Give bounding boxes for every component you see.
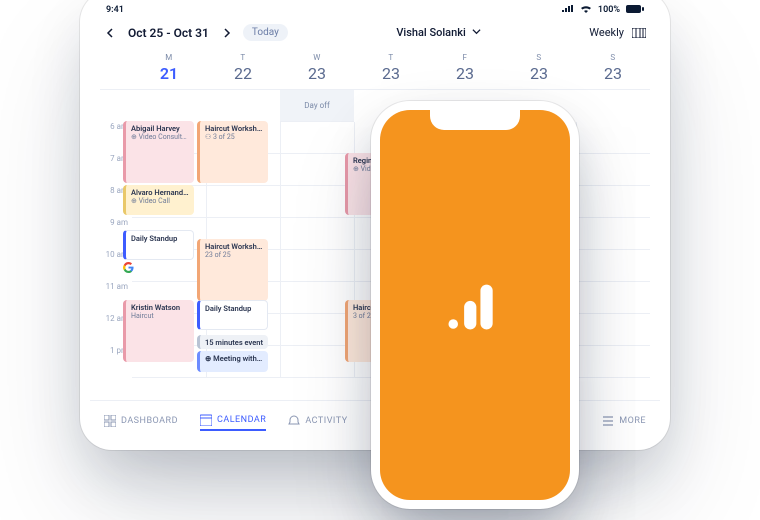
battery-percent: 100% [598, 5, 620, 15]
day-col-mon[interactable]: M21 [132, 49, 206, 89]
tab-more[interactable]: MORE [602, 415, 646, 427]
day-col-fri[interactable]: F23 [428, 49, 502, 89]
day-off-strip: Day off [280, 90, 354, 122]
event-standup1[interactable]: Daily Standup [123, 230, 194, 260]
tab-calendar[interactable]: CALENDAR [200, 414, 266, 431]
phone-device [380, 110, 570, 500]
calendar-grid[interactable]: Day off 6 am7 am8 am9 am10 am11 am12 am1… [90, 89, 660, 378]
day-col-sat[interactable]: S23 [502, 49, 576, 89]
date-range[interactable]: Oct 25 - Oct 31 [128, 26, 209, 40]
day-col-wed[interactable]: W23 [280, 49, 354, 89]
phone-splash [380, 110, 570, 500]
user-picker[interactable]: Vishal Solanki [396, 26, 480, 39]
chevron-down-icon [472, 26, 481, 39]
grid-cell[interactable] [576, 154, 650, 186]
grid-cell[interactable] [576, 314, 650, 346]
app-logo-icon [441, 271, 509, 339]
event-alvaro[interactable]: Alvaro Hernandez⊕ Video Call [123, 185, 194, 215]
grid-cell[interactable] [206, 186, 280, 218]
day-col-sun[interactable]: S23 [576, 49, 650, 89]
tab-activity[interactable]: ACTIVITY [288, 415, 347, 427]
today-button[interactable]: Today [243, 24, 288, 41]
grid-cell[interactable] [576, 346, 650, 378]
grid-cell[interactable] [280, 282, 354, 314]
event-kristin[interactable]: Kristin WatsonHaircut [123, 300, 194, 362]
grid-cell[interactable] [576, 122, 650, 154]
user-name: Vishal Solanki [396, 26, 465, 39]
event-hw2[interactable]: Haircut Workshops23 of 25 [197, 239, 268, 301]
event-fifteen[interactable]: 15 minutes event [197, 335, 268, 349]
view-mode-icon[interactable] [632, 28, 646, 38]
event-meeting[interactable]: ⊕ Meeting with Jo… [197, 351, 268, 371]
event-standup2[interactable]: Daily Standup [197, 300, 268, 330]
event-abigail[interactable]: Abigail Harvey⊕ Video Consultations [123, 121, 194, 183]
grid-cell[interactable] [576, 282, 650, 314]
grid-cell[interactable] [280, 122, 354, 154]
grid-cell[interactable] [280, 218, 354, 250]
grid-cell[interactable] [280, 154, 354, 186]
grid-cell[interactable] [280, 314, 354, 346]
tablet-device: 9:41 100% Oct 25 - Oct 31 [90, 0, 660, 440]
grid-cell[interactable] [280, 250, 354, 282]
grid-cell[interactable] [576, 186, 650, 218]
wifi-icon [580, 5, 592, 16]
tab-dashboard[interactable]: DASHBOARD [104, 415, 178, 427]
status-bar: 9:41 100% [90, 0, 660, 18]
prev-week-button[interactable] [104, 26, 118, 40]
grid-cell[interactable] [576, 218, 650, 250]
day-col-thu[interactable]: T23 [354, 49, 428, 89]
view-mode-label[interactable]: Weekly [589, 26, 624, 39]
event-hw1[interactable]: Haircut Workshops⚇ 3 of 25 [197, 121, 268, 183]
day-col-tue[interactable]: T22 [206, 49, 280, 89]
grid-cell[interactable] [576, 250, 650, 282]
grid-cell[interactable] [280, 186, 354, 218]
bottom-tabs: DASHBOARD CALENDAR ACTIVITY MORE [90, 400, 660, 440]
phone-notch [430, 110, 520, 130]
battery-icon [626, 5, 644, 16]
signal-icon [562, 5, 574, 16]
calendar-topbar: Oct 25 - Oct 31 Today Vishal Solanki Wee… [90, 18, 660, 49]
grid-cell[interactable] [280, 346, 354, 378]
day-header: M21 T22 W23 T23 F23 S23 S23 [90, 49, 660, 89]
next-week-button[interactable] [219, 26, 233, 40]
status-time: 9:41 [106, 5, 124, 15]
